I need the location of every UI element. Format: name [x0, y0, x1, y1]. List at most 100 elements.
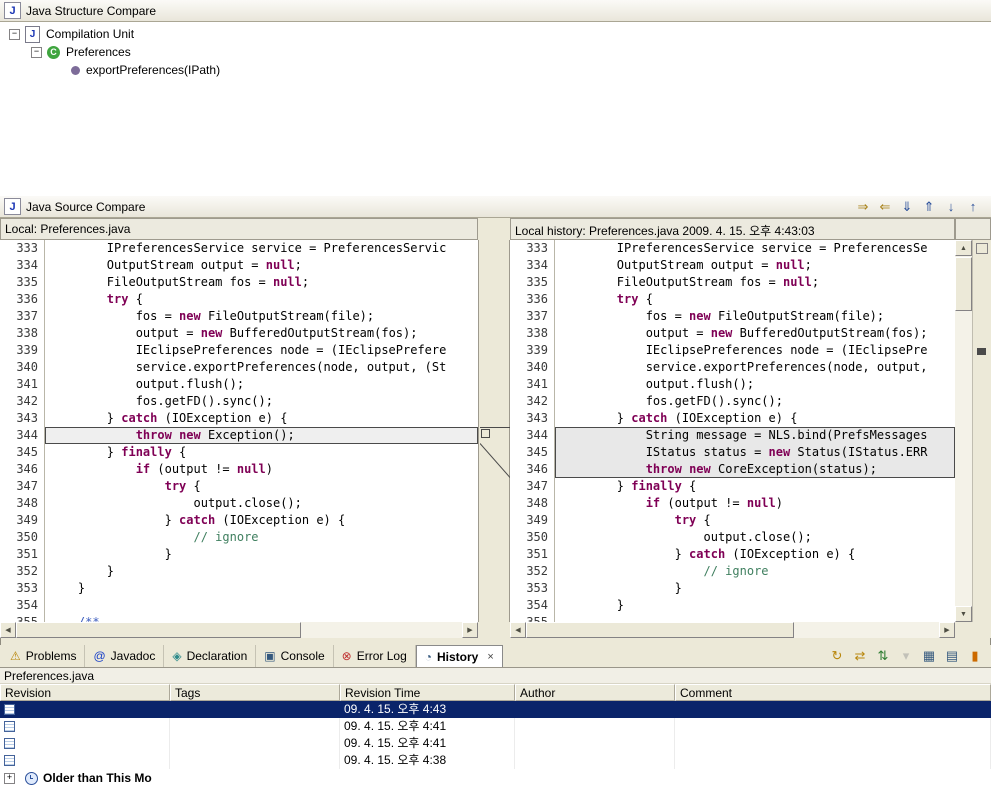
code-text[interactable]: /** — [45, 614, 478, 622]
diff-gutter[interactable] — [478, 240, 510, 622]
code-text[interactable]: try { — [555, 291, 955, 308]
scroll-left-icon[interactable]: ◀ — [0, 622, 16, 638]
code-text[interactable]: output = new BufferedOutputStream(fos); — [555, 325, 955, 342]
overview-ruler-button[interactable] — [976, 243, 988, 254]
code-text[interactable]: try { — [45, 291, 478, 308]
code-text[interactable]: try { — [45, 478, 478, 495]
filter-icon[interactable]: ▮ — [965, 647, 985, 665]
code-text[interactable]: } catch (IOException e) { — [45, 512, 478, 529]
left-code-pane[interactable]: 333 IPreferencesService service = Prefer… — [0, 240, 478, 622]
code-text[interactable]: if (output != null) — [45, 461, 478, 478]
column-header-comment[interactable]: Comment — [675, 684, 991, 701]
compare-mode-icon[interactable]: ⇅ — [873, 647, 893, 665]
code-text[interactable]: fos = new FileOutputStream(file); — [45, 308, 478, 325]
tab-javadoc[interactable]: @Javadoc — [85, 645, 164, 667]
pin-view-icon[interactable]: ▦ — [919, 647, 939, 665]
group-by-date-icon[interactable]: ▤ — [942, 647, 962, 665]
overview-ruler[interactable] — [972, 240, 991, 622]
code-text[interactable]: } catch (IOException e) { — [555, 410, 955, 427]
code-text[interactable]: OutputStream output = null; — [555, 257, 955, 274]
tree-item[interactable]: exportPreferences(IPath) — [1, 61, 990, 79]
code-text[interactable]: service.exportPreferences(node, output, … — [45, 359, 478, 376]
vertical-scrollbar[interactable]: ▲ ▼ — [955, 240, 972, 622]
code-text[interactable]: IStatus status = new Status(IStatus.ERR — [555, 444, 955, 461]
code-text[interactable]: } finally { — [555, 478, 955, 495]
revision-row[interactable]: 09. 4. 15. 오후 4:43 — [0, 701, 991, 718]
code-text[interactable]: // ignore — [555, 563, 955, 580]
code-text[interactable]: } — [45, 546, 478, 563]
code-text[interactable]: } — [555, 597, 955, 614]
tree-item[interactable]: −CPreferences — [1, 43, 990, 61]
code-text[interactable]: fos.getFD().sync(); — [555, 393, 955, 410]
tab-error-log[interactable]: ⊗Error Log — [334, 645, 416, 667]
left-horizontal-scrollbar[interactable]: ◀ ▶ — [0, 622, 478, 638]
revision-row[interactable]: 09. 4. 15. 오후 4:41 — [0, 718, 991, 735]
code-text[interactable]: IEclipsePreferences node = (IEclipsePre — [555, 342, 955, 359]
close-icon[interactable]: × — [487, 651, 493, 663]
code-text[interactable]: output.close(); — [555, 529, 955, 546]
tab-problems[interactable]: ⚠Problems — [2, 645, 85, 667]
code-text[interactable]: FileOutputStream fos = null; — [555, 274, 955, 291]
code-text[interactable]: throw new Exception(); — [45, 427, 478, 444]
code-text[interactable]: fos = new FileOutputStream(file); — [555, 308, 955, 325]
code-text[interactable]: IEclipsePreferences node = (IEclipsePref… — [45, 342, 478, 359]
code-text[interactable] — [45, 597, 478, 614]
right-code-pane[interactable]: 333 IPreferencesService service = Prefer… — [510, 240, 955, 622]
copy-all-right-to-left-icon[interactable]: ⇐ — [875, 198, 895, 216]
code-text[interactable]: output.flush(); — [555, 376, 955, 393]
column-header-tags[interactable]: Tags — [170, 684, 340, 701]
column-header-author[interactable]: Author — [515, 684, 675, 701]
link-with-editor-icon[interactable]: ⇄ — [850, 647, 870, 665]
next-change-icon[interactable]: ↓ — [941, 198, 961, 216]
code-text[interactable]: output = new BufferedOutputStream(fos); — [45, 325, 478, 342]
scroll-right-icon[interactable]: ▶ — [462, 622, 478, 638]
scroll-up-icon[interactable]: ▲ — [955, 240, 972, 256]
tree-expander-icon[interactable]: − — [31, 47, 42, 58]
code-text[interactable]: IPreferencesService service = Preference… — [555, 240, 955, 257]
group-expander-icon[interactable]: + — [4, 773, 15, 784]
scroll-left-icon[interactable]: ◀ — [510, 622, 526, 638]
code-text[interactable]: output.close(); — [45, 495, 478, 512]
vertical-scroll-thumb[interactable] — [955, 257, 972, 311]
older-group-row[interactable]: + Older than This Mo — [0, 769, 991, 787]
code-text[interactable]: fos.getFD().sync(); — [45, 393, 478, 410]
column-header-revision[interactable]: Revision — [0, 684, 170, 701]
code-text[interactable]: } finally { — [45, 444, 478, 461]
view-menu-icon[interactable]: ▾ — [896, 647, 916, 665]
code-text[interactable]: output.flush(); — [45, 376, 478, 393]
revision-row[interactable]: 09. 4. 15. 오후 4:41 — [0, 735, 991, 752]
code-text[interactable]: } — [45, 563, 478, 580]
copy-all-left-to-right-icon[interactable]: ⇒ — [853, 198, 873, 216]
code-text[interactable]: } — [45, 580, 478, 597]
code-text[interactable] — [555, 614, 955, 622]
right-horizontal-scrollbar[interactable]: ◀ ▶ — [510, 622, 955, 638]
code-text[interactable]: } — [555, 580, 955, 597]
right-horizontal-scroll-thumb[interactable] — [526, 622, 794, 638]
column-header-revision-time[interactable]: Revision Time — [340, 684, 515, 701]
code-text[interactable]: service.exportPreferences(node, output, — [555, 359, 955, 376]
next-difference-icon[interactable]: ⇓ — [897, 198, 917, 216]
tab-declaration[interactable]: ◈Declaration — [164, 645, 256, 667]
previous-difference-icon[interactable]: ⇑ — [919, 198, 939, 216]
left-horizontal-scroll-thumb[interactable] — [16, 622, 301, 638]
tab-console[interactable]: ▣Console — [256, 645, 333, 667]
code-text[interactable]: OutputStream output = null; — [45, 257, 478, 274]
revision-row[interactable]: 09. 4. 15. 오후 4:38 — [0, 752, 991, 769]
code-text[interactable]: if (output != null) — [555, 495, 955, 512]
previous-change-icon[interactable]: ↑ — [963, 198, 983, 216]
scroll-down-icon[interactable]: ▼ — [955, 606, 972, 622]
code-text[interactable]: FileOutputStream fos = null; — [45, 274, 478, 291]
code-text[interactable]: try { — [555, 512, 955, 529]
tree-expander-icon[interactable]: − — [9, 29, 20, 40]
code-text[interactable]: // ignore — [45, 529, 478, 546]
code-text[interactable]: IPreferencesService service = Preference… — [45, 240, 478, 257]
code-text[interactable]: String message = NLS.bind(PrefsMessages — [555, 427, 955, 444]
code-text[interactable]: throw new CoreException(status); — [555, 461, 955, 478]
code-text[interactable]: } catch (IOException e) { — [45, 410, 478, 427]
tab-history[interactable]: ◔History× — [416, 645, 503, 667]
diff-marker[interactable] — [977, 348, 986, 355]
refresh-icon[interactable]: ↻ — [827, 647, 847, 665]
code-text[interactable]: } catch (IOException e) { — [555, 546, 955, 563]
tree-item[interactable]: −JCompilation Unit — [1, 25, 990, 43]
scroll-right-icon[interactable]: ▶ — [939, 622, 955, 638]
